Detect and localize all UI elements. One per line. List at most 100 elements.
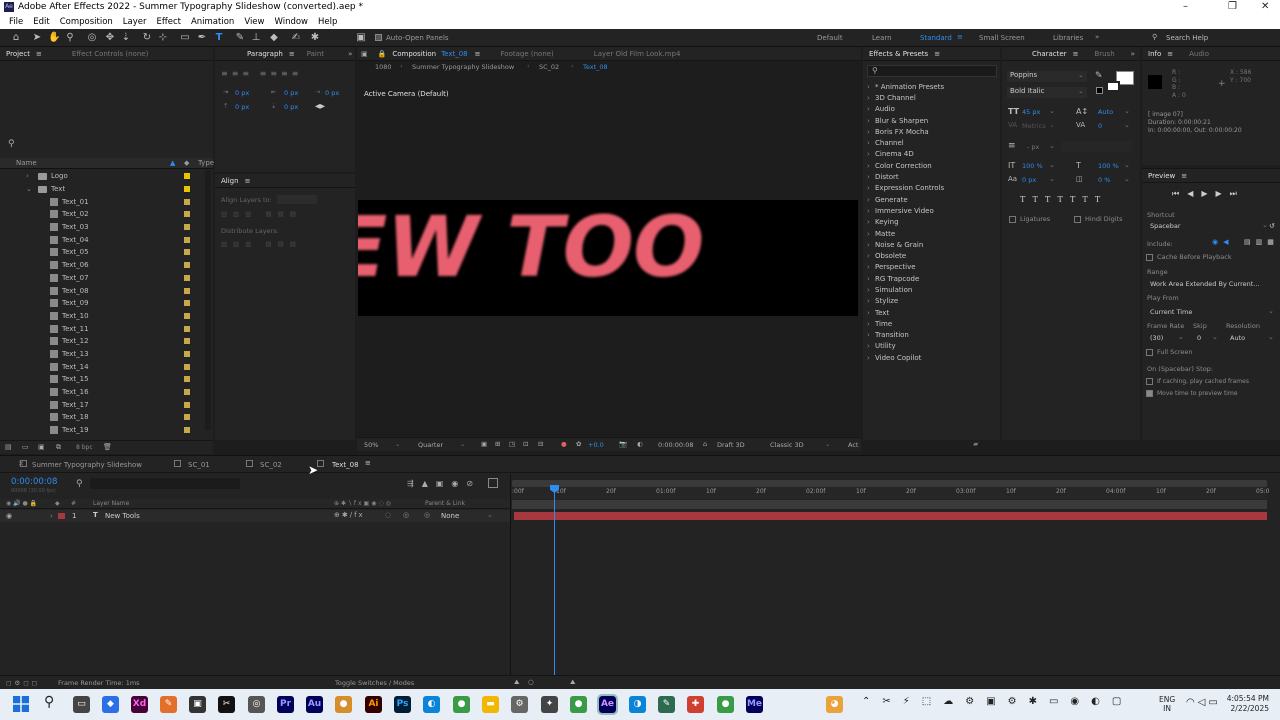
tsume-dropdown-icon[interactable]: ⌄: [1124, 175, 1130, 183]
tab-project[interactable]: Project: [0, 50, 36, 58]
crumb-text08[interactable]: Text_08: [583, 63, 608, 71]
expand-caret-icon[interactable]: ›: [867, 320, 875, 328]
label-swatch[interactable]: [184, 389, 190, 396]
label-swatch[interactable]: [184, 338, 190, 345]
expand-caret-icon[interactable]: ›: [867, 162, 875, 170]
effect-category[interactable]: › RG Trapcode: [867, 273, 997, 284]
label-swatch[interactable]: [184, 186, 190, 193]
tab-character[interactable]: Character: [1002, 50, 1073, 58]
after-effects-icon[interactable]: Ae: [597, 694, 618, 715]
expand-caret-icon[interactable]: ›: [867, 128, 875, 136]
edge-icon-2[interactable]: ◑: [629, 696, 646, 713]
timeline-timecode[interactable]: 0:00:00:08: [11, 477, 57, 487]
effect-category[interactable]: › Utility: [867, 341, 997, 352]
effect-category[interactable]: › Video Copilot: [867, 352, 997, 363]
kerning-dropdown-icon[interactable]: ⌄: [1049, 121, 1055, 129]
interpret-icon[interactable]: ▤: [5, 443, 12, 451]
settings-icon[interactable]: ⚙: [511, 696, 528, 713]
skip-select[interactable]: 0: [1197, 334, 1201, 342]
ligatures-checkbox[interactable]: Ligatures: [1009, 215, 1050, 223]
vscale-field[interactable]: 100 %: [1022, 162, 1043, 170]
expand-caret-icon[interactable]: ›: [867, 207, 875, 215]
safe-icon[interactable]: ⊟: [538, 440, 543, 448]
app-icon-orange[interactable]: ✎: [160, 696, 177, 713]
effects-title[interactable]: Effects & Presets: [863, 50, 934, 58]
app-icon-red[interactable]: ✚: [687, 696, 704, 713]
crumb-slideshow[interactable]: Summer Typography Slideshow: [412, 63, 514, 71]
indent-right-field[interactable]: 0 px: [284, 89, 298, 97]
project-item[interactable]: Text_17: [0, 398, 205, 411]
effect-category[interactable]: › Transition: [867, 330, 997, 341]
full-screen-checkbox[interactable]: Full Screen: [1146, 348, 1193, 356]
zoom-tool-icon[interactable]: ⚲: [64, 32, 76, 44]
menu-help[interactable]: Help: [313, 17, 342, 27]
clock[interactable]: 4:05:54 PM 2/22/2025: [1224, 694, 1269, 714]
expand-caret-icon[interactable]: ›: [867, 342, 875, 350]
menu-view[interactable]: View: [239, 17, 269, 27]
align-title[interactable]: Align: [215, 177, 245, 185]
label-swatch[interactable]: [184, 300, 190, 307]
play-from-select[interactable]: Current Time: [1147, 308, 1192, 316]
workspace-small-screen[interactable]: Small Screen: [979, 34, 1025, 42]
task-view-icon[interactable]: ▭: [73, 696, 90, 713]
puppet-tool-icon[interactable]: ✱: [309, 32, 321, 44]
effect-category[interactable]: › Blur & Sharpen: [867, 115, 997, 126]
tab-info[interactable]: Info: [1142, 50, 1167, 58]
new-folder-icon[interactable]: ▭: [22, 443, 29, 451]
comp-timecode[interactable]: 0:00:00:08: [658, 441, 694, 449]
project-item[interactable]: Text_14: [0, 360, 205, 373]
home-icon[interactable]: ⌂: [10, 32, 22, 44]
tab-text08[interactable]: Text_08: [332, 461, 359, 469]
col-type[interactable]: Type: [198, 159, 214, 167]
edge-icon[interactable]: ◐: [423, 696, 440, 713]
toggle-switches[interactable]: Toggle Switches / Modes: [335, 679, 414, 687]
roi-icon[interactable]: ▣: [481, 440, 487, 448]
menu-window[interactable]: Window: [269, 17, 313, 27]
effects-search-input[interactable]: ⚲: [867, 65, 997, 77]
comp-name[interactable]: Text_08: [438, 50, 471, 58]
chrome-icon-1[interactable]: ●: [453, 696, 470, 713]
label-swatch[interactable]: [184, 211, 190, 218]
zoom-slider-knob[interactable]: ○: [528, 678, 534, 686]
tab-slideshow[interactable]: Summer Typography Slideshow: [32, 461, 142, 469]
expand-caret-icon[interactable]: ›: [867, 275, 875, 283]
label-swatch[interactable]: [184, 414, 190, 421]
effect-category[interactable]: › Perspective: [867, 262, 997, 273]
file-explorer-icon[interactable]: ▬: [482, 696, 499, 713]
indent-first-field[interactable]: 0 px: [325, 89, 339, 97]
kerning-field[interactable]: Metrics: [1022, 122, 1046, 130]
resolution-select-preview[interactable]: Auto: [1230, 334, 1245, 342]
col-name[interactable]: Name: [16, 159, 37, 167]
crumb-sc02[interactable]: SC_02: [539, 63, 559, 71]
expand-caret-icon[interactable]: ›: [867, 83, 875, 91]
expand-caret-icon[interactable]: ›: [867, 117, 875, 125]
folder-row[interactable]: ⌄ Text: [0, 183, 205, 196]
mask-icon[interactable]: ◳: [509, 440, 515, 448]
zoom-select[interactable]: 50%: [364, 441, 378, 449]
parent-dropdown-icon[interactable]: ⌄: [487, 511, 493, 519]
label-swatch[interactable]: [184, 350, 190, 357]
effect-category[interactable]: › Noise & Grain: [867, 239, 997, 250]
tab-sc02[interactable]: SC_02: [260, 461, 282, 469]
notification-app-icon[interactable]: ◕: [826, 696, 843, 713]
menu-effect[interactable]: Effect: [152, 17, 186, 27]
layer-switches[interactable]: ⊕✱∕fx: [334, 511, 365, 519]
project-item[interactable]: Text_04: [0, 233, 205, 246]
project-item[interactable]: Text_18: [0, 411, 205, 424]
font-family-select[interactable]: Poppins: [1007, 71, 1087, 82]
comp-viewer[interactable]: EW TOO: [358, 200, 858, 316]
label-swatch[interactable]: [184, 224, 190, 231]
premiere-icon[interactable]: Pr: [277, 696, 294, 713]
preview-title[interactable]: Preview: [1142, 172, 1181, 180]
layer-label-color[interactable]: [58, 513, 65, 519]
project-scrollbar[interactable]: [205, 170, 211, 430]
black-swatch[interactable]: [1096, 87, 1103, 94]
expand-caret-icon[interactable]: ⌄: [26, 185, 32, 193]
include-toggles[interactable]: ◉◀: [1212, 238, 1234, 246]
effect-category[interactable]: › Keying: [867, 217, 997, 228]
channel-icon[interactable]: ●: [561, 440, 567, 448]
menu-animation[interactable]: Animation: [186, 17, 239, 27]
panel-grip-icon[interactable]: ▰: [973, 440, 983, 450]
if-caching-checkbox[interactable]: If caching, play cached frames: [1146, 377, 1249, 385]
workspace-standard[interactable]: Standard: [920, 34, 952, 42]
